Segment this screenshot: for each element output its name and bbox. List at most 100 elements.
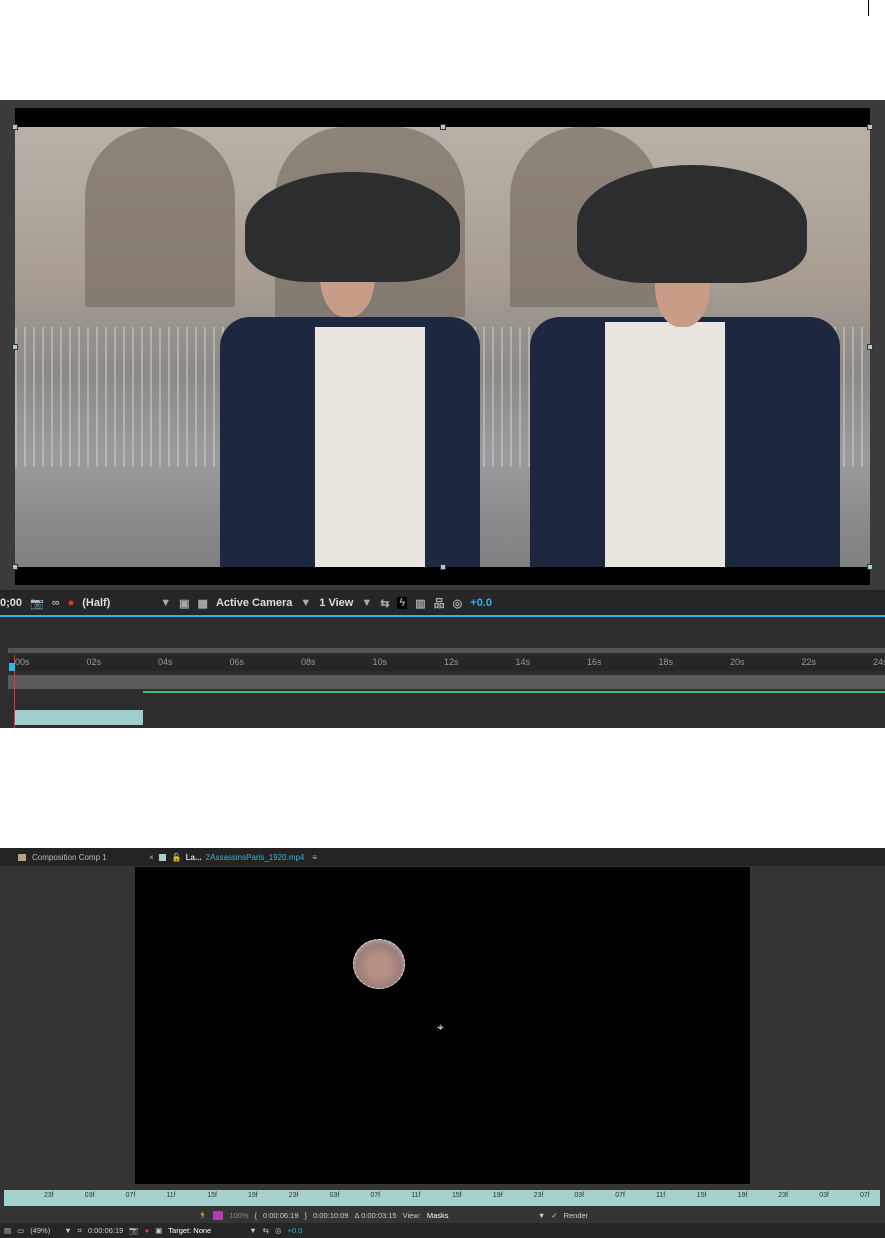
region-icon[interactable]: ▣: [155, 1226, 162, 1235]
video-frame-image: [15, 127, 870, 567]
channels-icon[interactable]: ●: [145, 1226, 150, 1235]
monitor-icon[interactable]: ▭: [17, 1226, 24, 1235]
close-icon[interactable]: ×: [149, 853, 154, 862]
layer-controls: 🏃 100% { 0:00:06:19 } 0:00:10:09 Δ 0:00:…: [0, 1208, 885, 1222]
chevron-down-icon[interactable]: ▼: [64, 1226, 71, 1235]
current-time[interactable]: 0:00:06:19: [88, 1226, 123, 1235]
ruler-tick-label: 24s: [873, 657, 885, 667]
pixel-aspect-icon[interactable]: ⇆: [263, 1226, 269, 1235]
composition-viewer: [0, 100, 885, 590]
ruler-tick-label: 19f: [492, 1192, 503, 1199]
layer-bottom-toolbar: ▤ ▭ (49%) ▼ ⌗ 0:00:06:19 📷 ● ▣ Target: N…: [0, 1223, 885, 1238]
camera-icon[interactable]: 📷: [30, 597, 44, 610]
out-point-icon[interactable]: }: [305, 1211, 308, 1220]
mask-icon[interactable]: 🏃: [198, 1211, 207, 1220]
layer-viewer: ⌖: [135, 867, 750, 1184]
composition-screenshot: 0;00 📷 ∞ ● (Half) ▼ ▣ ▩ Active Camera ▼ …: [0, 100, 885, 728]
masked-face-image: [353, 939, 405, 989]
color-swatch[interactable]: [213, 1210, 224, 1220]
camera-icon[interactable]: 📷: [129, 1226, 138, 1235]
ruler-tick-label: 07f: [370, 1192, 381, 1199]
current-time[interactable]: 0;00: [0, 597, 22, 609]
ruler-tick-label: 03f: [84, 1192, 95, 1199]
exposure-value[interactable]: +0.0: [288, 1226, 303, 1235]
layer-clip-bar[interactable]: [15, 710, 143, 725]
ruler-tick-label: 03f: [329, 1192, 340, 1199]
flowchart-icon[interactable]: 品: [434, 595, 445, 611]
lock-icon[interactable]: 🔓: [172, 853, 182, 862]
out-time[interactable]: 0:00:10:09: [313, 1211, 348, 1220]
ruler-tick-label: 07f: [615, 1192, 625, 1199]
ruler-tick-label: 20s: [730, 657, 745, 667]
ruler-tick-label: 06s: [229, 657, 245, 667]
timeline-icon[interactable]: ▥: [415, 597, 425, 610]
in-point-icon[interactable]: {: [255, 1211, 258, 1220]
panel-menu-icon[interactable]: ≡: [312, 853, 317, 862]
ruler-tick-label: 08s: [301, 657, 316, 667]
safe-zones-icon[interactable]: ⌗: [78, 1226, 82, 1236]
ruler-tick-label: 10s: [372, 657, 388, 667]
ruler-tick-label: 02s: [86, 657, 102, 667]
ruler-tick-label: 11f: [166, 1192, 176, 1199]
ruler-tick-label: 03f: [574, 1192, 585, 1199]
exposure-value[interactable]: +0.0: [470, 597, 492, 609]
ruler-tick-label: 04s: [158, 657, 173, 667]
ruler-tick-label: 23f: [288, 1192, 299, 1199]
ruler-tick-label: 19f: [248, 1192, 258, 1199]
in-time[interactable]: 0:00:06:19: [263, 1211, 298, 1220]
resolution-select[interactable]: (Half): [82, 597, 152, 609]
ruler-tick-label: 14s: [515, 657, 531, 667]
layer-panel-screenshot: Composition Comp 1 × 🔓 La... 2AssassinsP…: [0, 848, 885, 1238]
ruler-tick-label: 15f: [207, 1192, 217, 1199]
tab-composition[interactable]: Composition Comp 1: [32, 853, 142, 862]
snapshot-icon[interactable]: ∞: [52, 597, 60, 609]
chevron-down-icon[interactable]: ▼: [160, 597, 171, 609]
chevron-down-icon[interactable]: ▼: [361, 597, 372, 609]
channels-icon[interactable]: ●: [68, 597, 75, 609]
duration: Δ 0:00:03:15: [354, 1210, 397, 1220]
tab-layer[interactable]: 2AssassinsParis_1920.mp4: [206, 853, 305, 862]
ruler-tick-label: 07f: [860, 1192, 870, 1199]
chevron-down-icon[interactable]: ▼: [300, 597, 311, 609]
view-layout-select[interactable]: 1 View: [319, 597, 353, 609]
chevron-down-icon[interactable]: ▼: [249, 1226, 256, 1235]
transparency-grid-icon[interactable]: ▩: [198, 597, 208, 610]
render-label: Render: [563, 1210, 589, 1220]
ruler-tick-label: 11f: [656, 1192, 666, 1199]
page-margin-mark: [868, 0, 869, 16]
view-label: View:: [402, 1210, 421, 1220]
ruler-tick-label: 07f: [125, 1192, 136, 1199]
anchor-point-icon[interactable]: ⌖: [437, 1020, 444, 1035]
always-preview-icon[interactable]: ▤: [4, 1226, 11, 1235]
time-ruler[interactable]: 00s 02s 04s 06s 08s 10s 12s 14s 16s 18s 20s 22s 24s: [10, 655, 885, 671]
ruler-tick-label: 16s: [587, 657, 602, 667]
ruler-tick-label: 23f: [778, 1192, 789, 1199]
work-area-bar[interactable]: [8, 648, 885, 653]
reset-exposure-icon[interactable]: ◎: [453, 597, 463, 610]
ruler-tick-label: 15f: [696, 1192, 707, 1199]
layer-time-ruler[interactable]: 23f 03f 07f 11f 15f 19f 23f 03f 07f 11f 15f 19f 23f 0…: [4, 1190, 880, 1206]
region-icon[interactable]: ▣: [179, 597, 189, 610]
reset-exposure-icon[interactable]: ◎: [275, 1226, 282, 1235]
pixel-aspect-icon[interactable]: ⇆: [380, 597, 389, 610]
chevron-down-icon[interactable]: ▼: [538, 1211, 545, 1220]
ruler-tick-label: 19f: [737, 1192, 748, 1199]
zoom-select[interactable]: (49%): [30, 1226, 58, 1235]
ruler-tick-label: 00s: [15, 657, 30, 667]
render-checkbox[interactable]: ✓: [551, 1211, 557, 1220]
composition-frame: [12, 108, 873, 585]
view-select[interactable]: Masks: [427, 1211, 532, 1220]
viewer-toolbar: 0;00 📷 ∞ ● (Half) ▼ ▣ ▩ Active Camera ▼ …: [0, 592, 885, 614]
ruler-tick-label: 12s: [444, 657, 459, 667]
ruler-tick-label: 22s: [801, 657, 817, 667]
opacity-value[interactable]: 100%: [229, 1211, 248, 1220]
ruler-tick-label: 15f: [452, 1192, 462, 1199]
camera-select[interactable]: Active Camera: [216, 597, 292, 609]
panel-tabs: Composition Comp 1 × 🔓 La... 2AssassinsP…: [0, 848, 885, 866]
timeline-panel: 00s 02s 04s 06s 08s 10s 12s 14s 16s 18s 20s 22s 24s: [0, 615, 885, 728]
ruler-tick-label: 18s: [658, 657, 674, 667]
ruler-tick-label: 23f: [533, 1192, 544, 1199]
fast-preview-icon[interactable]: ϟ: [397, 597, 408, 609]
ruler-tick-label: 03f: [819, 1192, 829, 1199]
target-select[interactable]: Target: None: [168, 1226, 243, 1235]
